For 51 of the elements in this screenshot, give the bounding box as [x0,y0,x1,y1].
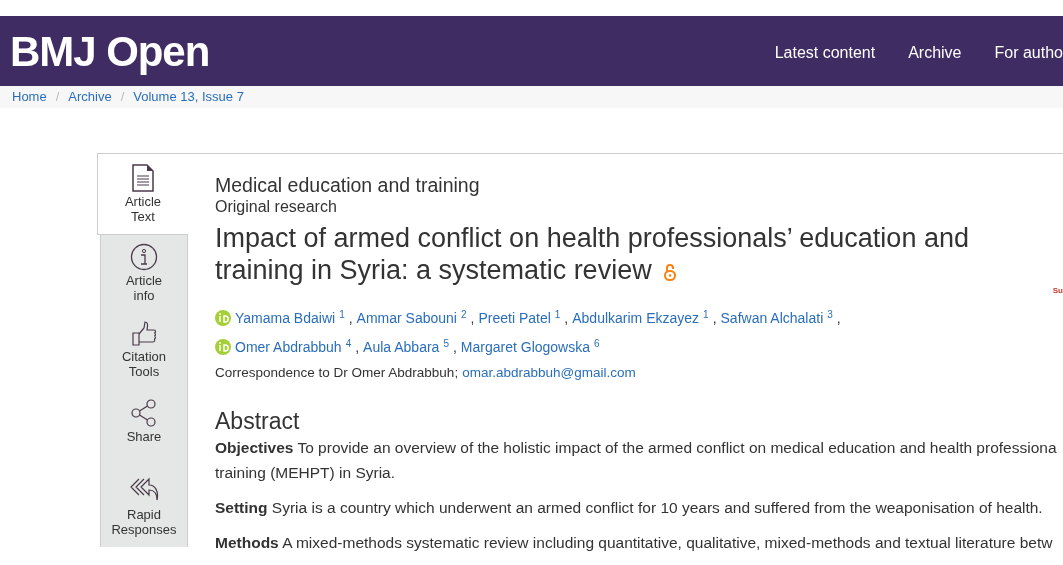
article-type: Original research [215,197,338,217]
author-link[interactable]: Ammar Sabouni [356,310,457,326]
author-separator: , [836,310,841,326]
author-link[interactable]: Yamama Bdaiwi [235,310,336,326]
affiliation-number: 1 [554,309,561,320]
author-link[interactable]: Omer Abdrabbuh [235,339,342,355]
abstract-paragraph: Methods A mixed-methods systematic review including quantitative, qualitative, mixed-methods and textual literature betw [215,533,1053,554]
author-separator: , [470,310,475,326]
sidebar-tab[interactable]: Article info [100,235,188,313]
site-logo[interactable]: BMJ Open [10,19,210,83]
affiliation-number: 1 [339,309,345,320]
sidebar-tab[interactable]: Share [100,391,188,469]
article-title: Impact of armed conflict on health professionals’ education and training in Syria: a systematic review [215,222,970,286]
nav-link[interactable]: For autho [994,41,1063,65]
breadcrumb-separator: / [55,88,60,107]
affiliation-number: 6 [594,338,600,349]
author-separator: , [348,310,353,326]
affiliation-number: 1 [703,309,709,320]
share-icon [131,399,157,427]
author-link[interactable]: Abdulkarim Ekzayez [572,310,700,326]
sidebar-tab[interactable]: Citation Tools [100,313,188,391]
sidebar-tab[interactable]: Article Text [97,153,188,235]
breadcrumb-link[interactable]: Home [12,87,47,107]
author-separator: , [452,339,457,355]
abstract-paragraph: Setting Syria is a country which underwent an armed conflict for 10 years and suffered from the weaponisation of health. [215,498,1043,519]
abstract-heading: Abstract [215,407,301,436]
author-separator: , [355,339,360,355]
sidebar-tab[interactable]: Rapid Responses [100,469,188,547]
author-link[interactable]: Safwan Alchalati [720,310,824,326]
breadcrumb-separator: / [120,88,125,107]
author-separator: , [564,310,569,326]
abstract-paragraph: Objectives To provide an overview of the holistic impact of the armed conflict on medical education and health professiona training (MEHPT) in Syria. [215,438,1057,484]
breadcrumb-link[interactable]: Volume 13, Issue 7 [133,87,244,107]
section-label: Medical education and training [215,174,481,196]
nav-link[interactable]: Archive [908,41,962,65]
info-icon [130,243,158,271]
author-link[interactable]: Preeti Patel [478,310,551,326]
email-link[interactable]: omar.abdrabbuh@gmail.com [462,363,636,384]
affiliation-number: 2 [460,309,467,320]
document-icon [132,164,154,192]
side-label: Su [1052,285,1063,297]
correspondence-text: Correspondence to Dr Omer Abdrabbuh; [215,364,459,382]
author-separator: , [712,310,717,326]
affiliation-number: 4 [345,338,352,349]
thumbs-up-icon [131,321,157,347]
affiliation-number: 3 [827,309,833,320]
nav-link[interactable]: Latest content [774,41,876,65]
affiliation-number: 5 [443,338,449,349]
author-link[interactable]: Aula Abbara [363,339,440,355]
author-link[interactable]: Margaret Glogowska [460,339,590,355]
breadcrumb-link[interactable]: Archive [68,87,112,107]
